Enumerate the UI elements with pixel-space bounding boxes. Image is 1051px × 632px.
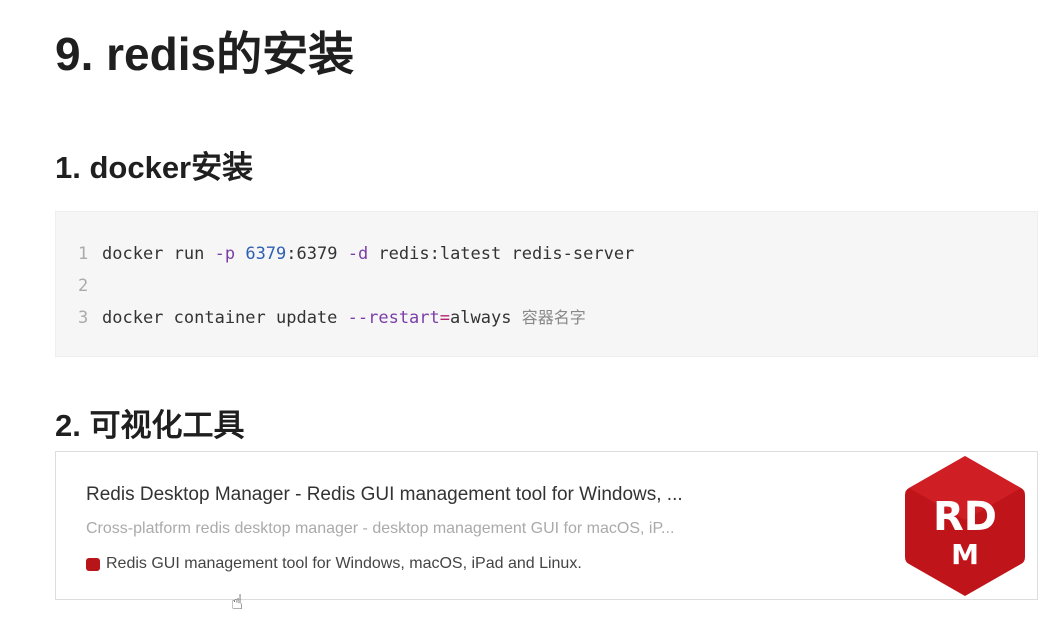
code-token: 容器名字 xyxy=(521,308,586,327)
code-token: -p xyxy=(214,244,236,264)
code-token: redis:latest redis-server xyxy=(368,244,635,264)
code-token: docker container update xyxy=(102,308,348,328)
hand-cursor-icon: ☝ xyxy=(231,592,244,614)
rdm-favicon-icon xyxy=(86,557,100,571)
code-token: -d xyxy=(347,244,369,264)
link-card-site[interactable]: Redis GUI management tool for Windows, m… xyxy=(86,555,582,573)
code-line: 3 docker container update --restart=alway… xyxy=(78,306,586,330)
code-token: --restart xyxy=(347,308,440,328)
link-card-title[interactable]: Redis Desktop Manager - Redis GUI manage… xyxy=(86,484,683,506)
code-token: always xyxy=(450,308,512,328)
rdm-logo-icon: RD M xyxy=(905,456,1025,596)
code-token: 6379 xyxy=(245,244,287,264)
section-heading-tools: 2. 可视化工具 xyxy=(55,408,245,443)
code-token: = xyxy=(439,308,451,328)
svg-text:M: M xyxy=(951,538,979,571)
line-number: 1 xyxy=(78,244,89,264)
code-block[interactable]: 1 docker run -p 6379:6379 -d redis:latest… xyxy=(55,211,1038,357)
page-title: 9. redis的安装 xyxy=(55,28,355,80)
code-line: 1 docker run -p 6379:6379 -d redis:latest… xyxy=(78,242,634,266)
line-number: 2 xyxy=(78,276,89,296)
code-token: :6379 xyxy=(286,244,348,264)
code-line: 2 xyxy=(78,274,102,298)
link-card-description: Cross-platform redis desktop manager - d… xyxy=(86,520,675,537)
code-token: docker run xyxy=(102,244,215,264)
link-card[interactable]: Redis Desktop Manager - Redis GUI manage… xyxy=(55,451,1038,600)
link-card-site-label: Redis GUI management tool for Windows, m… xyxy=(106,555,582,572)
section-heading-docker: 1. docker安装 xyxy=(55,150,254,185)
line-number: 3 xyxy=(78,308,89,328)
svg-text:RD: RD xyxy=(933,494,997,540)
